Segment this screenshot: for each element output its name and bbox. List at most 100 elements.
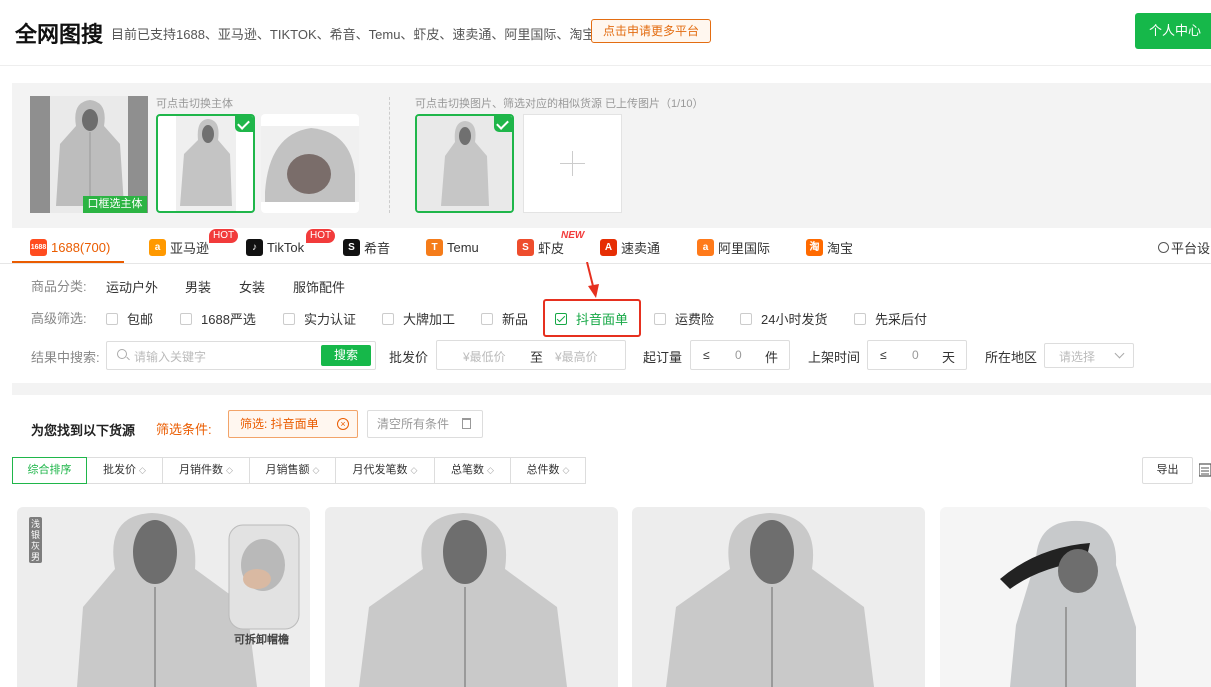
section-separator — [12, 383, 1211, 395]
price-max-placeholder[interactable]: ¥最高价 — [555, 348, 598, 365]
tab-shein[interactable]: S 希音 — [343, 237, 390, 257]
sort-total-qty[interactable]: 总件数 ◇ — [510, 457, 586, 484]
product-card[interactable] — [325, 507, 618, 687]
filter-1688-select[interactable]: 1688严选 — [180, 309, 256, 328]
new-badge: NEW — [561, 230, 585, 241]
checkbox[interactable] — [481, 312, 493, 325]
filter-24h-shipping[interactable]: 24小时发货 — [740, 309, 827, 328]
checkbox-label: 大牌加工 — [403, 312, 456, 327]
search-button[interactable]: 搜索 — [321, 345, 371, 366]
checkbox[interactable] — [283, 312, 295, 325]
price-to-label: 至 — [530, 350, 544, 365]
sort-monthly-qty[interactable]: 月销件数 ◇ — [162, 457, 250, 484]
category-item[interactable]: 女装 — [239, 277, 265, 296]
subject-thumb-hood[interactable] — [261, 114, 359, 213]
product-image — [666, 513, 874, 687]
frame-subject-tag[interactable]: 口框选主体 — [83, 196, 147, 213]
checkbox-label: 实力认证 — [304, 312, 357, 327]
platform-settings-label: 平台设 — [1171, 240, 1211, 256]
listing-time-value[interactable]: 0 — [912, 348, 919, 362]
tab-temu[interactable]: T Temu — [426, 237, 479, 257]
shopee-logo-icon: S — [517, 238, 534, 256]
category-item[interactable]: 男装 — [185, 277, 211, 296]
tab-label: Temu — [447, 239, 479, 255]
checkbox-label: 24小时发货 — [761, 312, 828, 327]
price-range-input[interactable]: ¥最低价 至 ¥最高价 — [436, 340, 626, 370]
product-card[interactable] — [940, 507, 1211, 687]
close-icon[interactable]: × — [337, 418, 349, 430]
active-filter-chip[interactable]: 筛选: 抖音面单 × — [228, 410, 358, 438]
price-min-placeholder[interactable]: ¥最低价 — [463, 348, 506, 365]
sort-monthly-dropship[interactable]: 月代发笔数 ◇ — [335, 457, 435, 484]
product-card[interactable] — [17, 507, 310, 687]
checkbox[interactable] — [740, 312, 752, 325]
filter-brand-processing[interactable]: 大牌加工 — [382, 309, 455, 328]
sort-label: 月代发笔数 — [352, 464, 408, 476]
filter-new-product[interactable]: 新品 — [481, 309, 528, 328]
tab-amazon[interactable]: a 亚马逊 — [149, 237, 209, 257]
sort-label: 总件数 — [526, 464, 560, 476]
aliexpress-logo-icon: A — [600, 238, 617, 256]
apply-more-platforms-button[interactable]: 点击申请更多平台 — [591, 19, 711, 43]
tab-label: 亚马逊 — [170, 240, 210, 256]
detachable-brim-label: 可拆卸帽檐 — [234, 634, 289, 646]
clear-all-button[interactable]: 清空所有条件 — [367, 410, 483, 438]
sort-icon: ◇ — [410, 465, 418, 475]
tab-alibaba[interactable]: a 阿里国际 — [697, 237, 770, 257]
filter-strength-cert[interactable]: 实力认证 — [283, 309, 356, 328]
listing-time-input[interactable]: ≤ 0 天 — [867, 340, 967, 370]
filter-buy-now-pay-later[interactable]: 先采后付 — [854, 309, 927, 328]
amazon-logo-icon: a — [149, 238, 166, 256]
selected-check-icon — [494, 116, 512, 132]
sort-monthly-sales[interactable]: 月销售额 ◇ — [249, 457, 336, 484]
list-view-icon[interactable] — [1199, 463, 1211, 477]
tab-tiktok[interactable]: ♪ TikTok — [246, 237, 304, 257]
tab-label: 1688(700) — [51, 239, 111, 255]
alibaba-logo-icon: a — [697, 238, 714, 256]
tab-1688[interactable]: 1688 1688(700) — [30, 237, 110, 257]
uploaded-image-thumb[interactable] — [415, 114, 514, 213]
subject-thumb-jacket[interactable] — [156, 114, 255, 213]
checkbox[interactable] — [654, 312, 666, 325]
checkbox[interactable] — [854, 312, 866, 325]
sort-icon: ◇ — [226, 465, 233, 475]
hot-badge: HOT — [209, 229, 239, 243]
category-label: 商品分类: — [31, 279, 87, 294]
sort-label: 月销售额 — [265, 464, 310, 476]
subject-hint: 可点击切换主体 — [156, 98, 233, 110]
price-label: 批发价 — [389, 350, 429, 365]
hood-thumb-image — [261, 126, 359, 202]
export-button[interactable]: 导出 — [1142, 457, 1193, 484]
selected-check-icon — [235, 116, 253, 132]
checkbox-label: 1688严选 — [201, 312, 256, 327]
personal-center-button[interactable]: 个人中心 — [1135, 13, 1211, 49]
highlight-frame — [543, 299, 641, 337]
sort-comprehensive[interactable]: 综合排序 — [12, 457, 87, 484]
checkbox[interactable] — [106, 312, 118, 325]
sort-label: 总笔数 — [451, 464, 485, 476]
sort-label: 批发价 — [103, 464, 137, 476]
platform-tabs: 1688 1688(700) a 亚马逊 ♪ TikTok S 希音 T Tem… — [0, 228, 1211, 264]
checkbox[interactable] — [382, 312, 394, 325]
sort-price[interactable]: 批发价 ◇ — [86, 457, 163, 484]
tab-shopee[interactable]: S 虾皮 — [517, 237, 564, 257]
filter-freight-insurance[interactable]: 运费险 — [654, 309, 714, 328]
arrow-down-icon — [586, 262, 599, 298]
search-in-results-label: 结果中搜索: — [31, 350, 100, 365]
tab-aliexpress[interactable]: A 速卖通 — [600, 237, 660, 257]
moq-value[interactable]: 0 — [735, 348, 742, 362]
tab-label: 速卖通 — [621, 240, 661, 256]
add-image-button[interactable] — [523, 114, 622, 213]
category-item[interactable]: 运动户外 — [106, 277, 158, 296]
tab-taobao[interactable]: 淘 淘宝 — [806, 237, 853, 257]
region-select[interactable]: 请选择 — [1044, 343, 1134, 368]
trash-icon — [462, 418, 471, 429]
product-card[interactable] — [632, 507, 925, 687]
sort-total-orders[interactable]: 总笔数 ◇ — [434, 457, 511, 484]
moq-input[interactable]: ≤ 0 件 — [690, 340, 790, 370]
category-item[interactable]: 服饰配件 — [293, 277, 345, 296]
filter-free-shipping[interactable]: 包邮 — [106, 309, 153, 328]
platform-settings[interactable]: 平台设 — [1158, 237, 1210, 257]
checkbox[interactable] — [180, 312, 192, 325]
hot-badge: HOT — [306, 229, 336, 243]
